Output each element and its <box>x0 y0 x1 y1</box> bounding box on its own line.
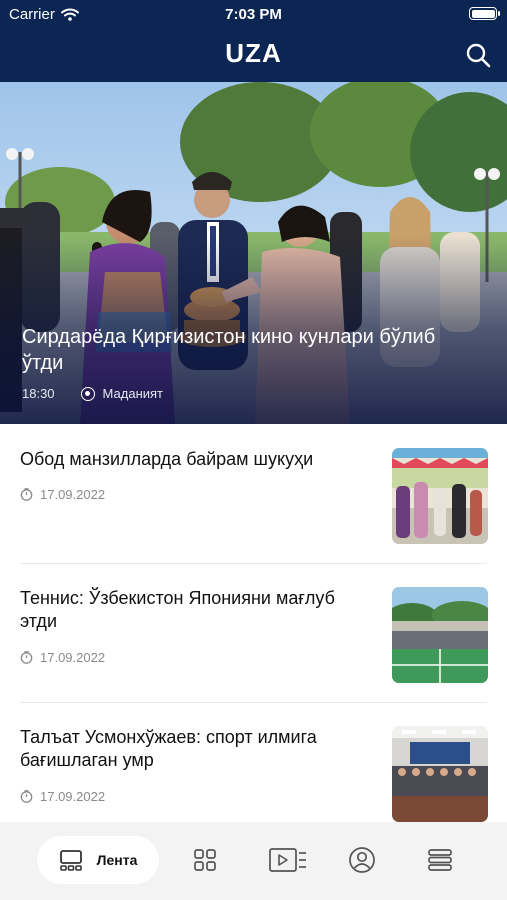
hero-time: 18:30 <box>22 386 55 401</box>
clock-icon <box>20 488 33 501</box>
news-date-text: 17.09.2022 <box>40 789 106 804</box>
grid-icon <box>194 849 216 871</box>
app-header: Carrier 7:03 PM UZA <box>0 0 507 82</box>
tab-videos[interactable] <box>264 836 312 884</box>
tab-feed[interactable]: Лента <box>37 836 159 884</box>
search-icon[interactable] <box>463 40 493 70</box>
tab-feed-label: Лента <box>96 852 138 868</box>
news-title[interactable]: Обод манзилларда байрам шукуҳи <box>20 448 370 471</box>
feed-icon <box>59 850 82 871</box>
hero-category[interactable]: Маданият <box>103 386 163 401</box>
hero-title[interactable]: Сирдарёда Қирғизистон кино кунлари бўлиб… <box>22 324 462 376</box>
menu-icon <box>428 849 452 871</box>
bottom-tab-bar: Лента <box>0 822 507 900</box>
news-title[interactable]: Теннис: Ўзбекистон Японияни мағлуб этди <box>20 587 370 633</box>
hero-meta: 18:30 Маданият <box>22 386 163 401</box>
news-date-text: 17.09.2022 <box>40 487 106 502</box>
news-title[interactable]: Талъат Усмонхўжаев: спорт илмига бағишла… <box>20 726 370 772</box>
news-item[interactable]: Обод манзилларда байрам шукуҳи 17.09.202… <box>0 424 507 564</box>
news-item[interactable]: Талъат Усмонхўжаев: спорт илмига бағишла… <box>0 702 507 842</box>
news-thumbnail[interactable] <box>392 726 488 822</box>
news-date-text: 17.09.2022 <box>40 650 106 665</box>
clock-icon <box>20 790 33 803</box>
tab-menu[interactable] <box>416 836 464 884</box>
video-list-icon <box>269 848 306 872</box>
profile-icon <box>349 847 375 873</box>
news-date: 17.09.2022 <box>20 650 105 665</box>
tab-categories[interactable] <box>181 836 229 884</box>
news-date: 17.09.2022 <box>20 789 105 804</box>
status-time: 7:03 PM <box>225 6 282 23</box>
category-icon <box>80 386 95 401</box>
news-date: 17.09.2022 <box>20 487 105 502</box>
status-bar: Carrier 7:03 PM <box>0 0 507 30</box>
tab-profile[interactable] <box>338 836 386 884</box>
logo-text: UZA <box>225 38 282 68</box>
battery-icon <box>469 7 500 20</box>
clock-icon <box>20 651 33 664</box>
news-thumbnail[interactable] <box>392 587 488 683</box>
hero-article[interactable]: Сирдарёда Қирғизистон кино кунлари бўлиб… <box>0 82 507 424</box>
news-item[interactable]: Теннис: Ўзбекистон Японияни мағлуб этди … <box>0 563 507 703</box>
news-thumbnail[interactable] <box>392 448 488 544</box>
uza-logo[interactable]: UZA <box>0 38 507 69</box>
